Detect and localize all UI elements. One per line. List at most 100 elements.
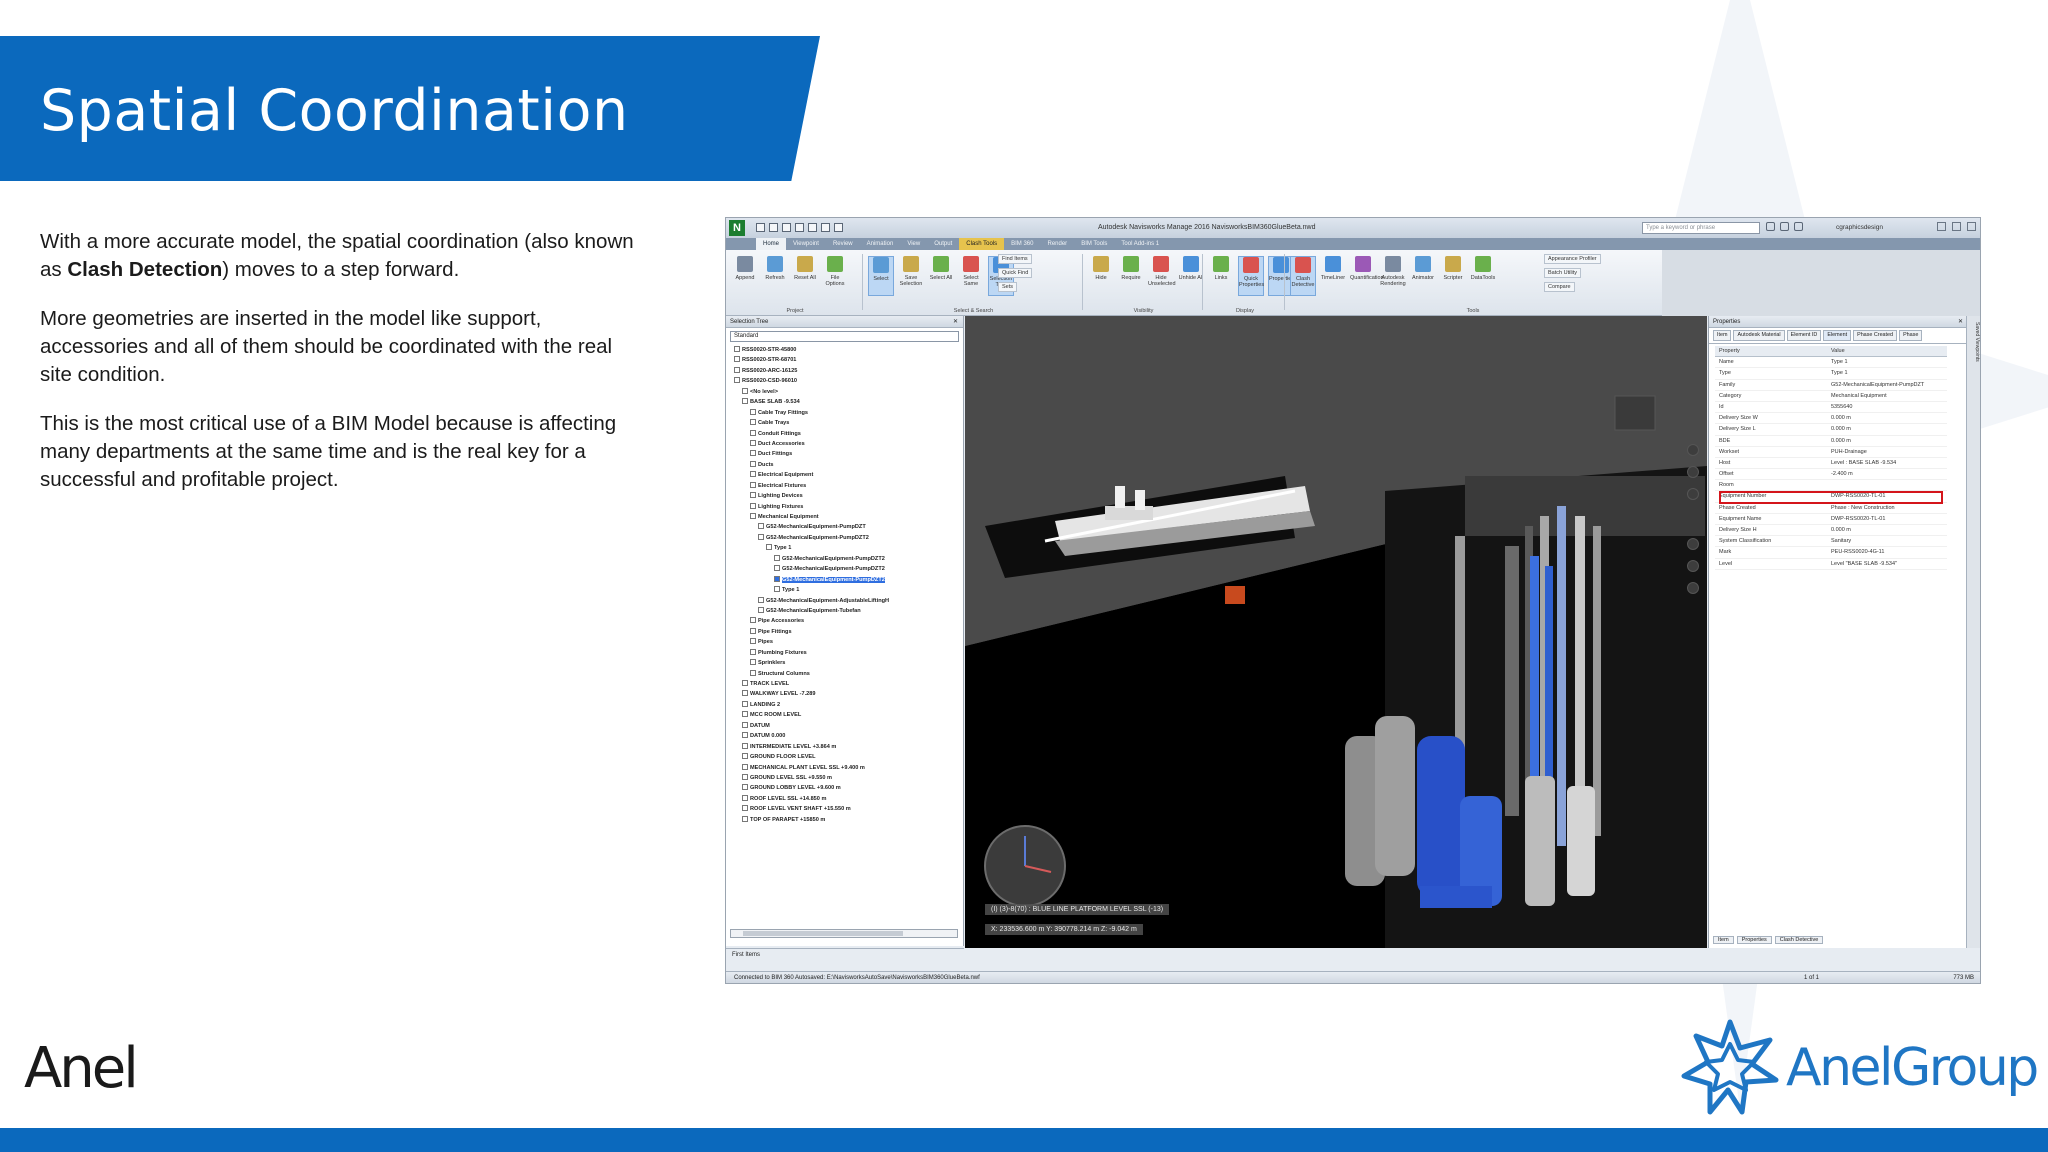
undo-icon[interactable]	[808, 223, 817, 232]
properties-tab-element-id[interactable]: Element ID	[1786, 330, 1822, 341]
append-button[interactable]: Append	[732, 256, 758, 296]
subscription-icon[interactable]	[1780, 222, 1789, 231]
tree-item[interactable]: Cable Trays	[734, 418, 963, 428]
property-row[interactable]: Type Type 1	[1715, 368, 1947, 380]
select-button[interactable]: Select	[868, 256, 894, 296]
quick-properties-button[interactable]: Quick Properties	[1238, 256, 1264, 296]
tree-item[interactable]: Conduit Fittings	[734, 429, 963, 439]
tree-item[interactable]: <No level>	[734, 387, 963, 397]
new-icon[interactable]	[756, 223, 765, 232]
property-row[interactable]: Equipment Name DWP-RSS0020-TL-01	[1715, 514, 1947, 525]
expand-icon[interactable]	[742, 711, 748, 718]
tree-item[interactable]: DATUM	[734, 721, 963, 731]
tree-item[interactable]: MCC ROOM LEVEL	[734, 710, 963, 720]
tree-item[interactable]: RSS0020-CSD-96010	[734, 376, 963, 386]
expand-icon[interactable]	[750, 627, 756, 634]
tree-item[interactable]: GROUND LOBBY LEVEL +9.600 m	[734, 783, 963, 793]
favorites-icon[interactable]	[1794, 222, 1803, 231]
expand-icon[interactable]	[742, 805, 748, 812]
expand-icon[interactable]	[774, 575, 780, 582]
property-row[interactable]: Offset -2.400 m	[1715, 469, 1947, 481]
expand-icon[interactable]	[742, 794, 748, 801]
tree-item[interactable]: LANDING 2	[734, 700, 963, 710]
property-row[interactable]: Delivery Size L 0.000 m	[1715, 424, 1947, 436]
minimize-icon[interactable]	[1937, 222, 1946, 231]
reset-all-button[interactable]: Reset All	[792, 256, 818, 296]
tree-item[interactable]: GROUND FLOOR LEVEL	[734, 752, 963, 762]
property-row[interactable]: Mark PEU-RSS0020-4G-11	[1715, 547, 1947, 559]
tree-item[interactable]: Lighting Fixtures	[734, 502, 963, 512]
property-row[interactable]: Delivery Size W 0.000 m	[1715, 413, 1947, 425]
expand-icon[interactable]	[742, 387, 748, 394]
tree-item[interactable]: DATUM 0.000	[734, 731, 963, 741]
tree-item[interactable]: TRACK LEVEL	[734, 679, 963, 689]
sets-button[interactable]: Sets	[998, 282, 1018, 292]
expand-icon[interactable]	[750, 419, 756, 426]
tree-item[interactable]: Type 1	[734, 543, 963, 553]
tree-item[interactable]: Plumbing Fixtures	[734, 648, 963, 658]
tree-item[interactable]: Duct Accessories	[734, 439, 963, 449]
tree-item[interactable]: G52-MechanicalEquipment-PumpDZT2	[734, 533, 963, 543]
expand-icon[interactable]	[758, 596, 764, 603]
tree-item[interactable]: INTERMEDIATE LEVEL +3.864 m	[734, 742, 963, 752]
expand-icon[interactable]	[742, 732, 748, 739]
property-row[interactable]: Host Level : BASE SLAB -9.534	[1715, 458, 1947, 470]
footer-tab-clash-detective[interactable]: Clash Detective	[1774, 936, 1824, 944]
tree-item[interactable]: G52-MechanicalEquipment-PumpDZT	[734, 522, 963, 532]
expand-icon[interactable]	[742, 742, 748, 749]
tree-item[interactable]: G52-MechanicalEquipment-PumpDZT2	[734, 575, 963, 585]
tab-home[interactable]: Home	[756, 238, 787, 250]
property-row[interactable]: Name Type 1	[1715, 357, 1947, 369]
walk-icon[interactable]	[1687, 560, 1699, 572]
require-button[interactable]: Require	[1118, 256, 1144, 296]
tree-horizontal-scrollbar[interactable]	[730, 929, 958, 938]
expand-icon[interactable]	[734, 366, 740, 373]
3d-viewport[interactable]: (I) (3)-8(70) : BLUE LINE PLATFORM LEVEL…	[965, 316, 1707, 948]
expand-icon[interactable]	[766, 544, 772, 551]
tab-view[interactable]: View	[900, 238, 927, 250]
expand-icon[interactable]	[750, 617, 756, 624]
refresh-button[interactable]: Refresh	[762, 256, 788, 296]
tab-viewpoint[interactable]: Viewpoint	[786, 238, 826, 250]
tab-clash-tools[interactable]: Clash Tools	[959, 238, 1005, 250]
properties-tab-phase[interactable]: Phase	[1899, 330, 1923, 341]
tree-item[interactable]: Mechanical Equipment	[734, 512, 963, 522]
footer-tab-item[interactable]: Item	[1713, 936, 1734, 944]
find-items-button[interactable]: Find Items	[998, 254, 1032, 264]
expand-icon[interactable]	[750, 492, 756, 499]
footer-tab-properties[interactable]: Properties	[1736, 936, 1772, 944]
expand-icon[interactable]	[774, 554, 780, 561]
tree-item[interactable]: G52-MechanicalEquipment-PumpDZT2	[734, 554, 963, 564]
expand-icon[interactable]	[750, 481, 756, 488]
property-row[interactable]: BDE 0.000 m	[1715, 436, 1947, 447]
expand-icon[interactable]	[750, 502, 756, 509]
tree-item[interactable]: WALKWAY LEVEL -7.289	[734, 689, 963, 699]
expand-icon[interactable]	[750, 408, 756, 415]
tree-item[interactable]: Electrical Equipment	[734, 470, 963, 480]
tree-item[interactable]: ROOF LEVEL SSL +14.850 m	[734, 794, 963, 804]
look-icon[interactable]	[1687, 538, 1699, 550]
properties-tab-item[interactable]: Item	[1713, 330, 1732, 341]
expand-icon[interactable]	[742, 815, 748, 822]
links-button[interactable]: Links	[1208, 256, 1234, 296]
tree-item[interactable]: RSS0020-ARC-16125	[734, 366, 963, 376]
expand-icon[interactable]	[758, 606, 764, 613]
tree-item[interactable]: Duct Fittings	[734, 449, 963, 459]
expand-icon[interactable]	[750, 513, 756, 519]
expand-icon[interactable]	[774, 565, 780, 572]
user-name[interactable]: cgraphicsdesign	[1836, 218, 1883, 238]
autodesk-rendering-button[interactable]: Autodesk Rendering	[1380, 256, 1406, 296]
open-icon[interactable]	[769, 223, 778, 232]
expand-icon[interactable]	[750, 439, 756, 446]
property-row[interactable]: Family G52-MechanicalEquipment-PumpDZT	[1715, 380, 1947, 391]
expand-icon[interactable]	[742, 690, 748, 697]
expand-icon[interactable]	[742, 721, 748, 728]
pan-icon[interactable]	[1687, 466, 1699, 478]
expand-icon[interactable]	[750, 471, 756, 478]
properties-tab-phase-created[interactable]: Phase Created	[1853, 330, 1898, 341]
expand-icon[interactable]	[742, 700, 748, 707]
expand-icon[interactable]	[750, 450, 756, 457]
expand-icon[interactable]	[750, 429, 756, 436]
batch-utility-button[interactable]: Batch Utility	[1544, 268, 1582, 278]
fly-icon[interactable]	[1687, 582, 1699, 594]
